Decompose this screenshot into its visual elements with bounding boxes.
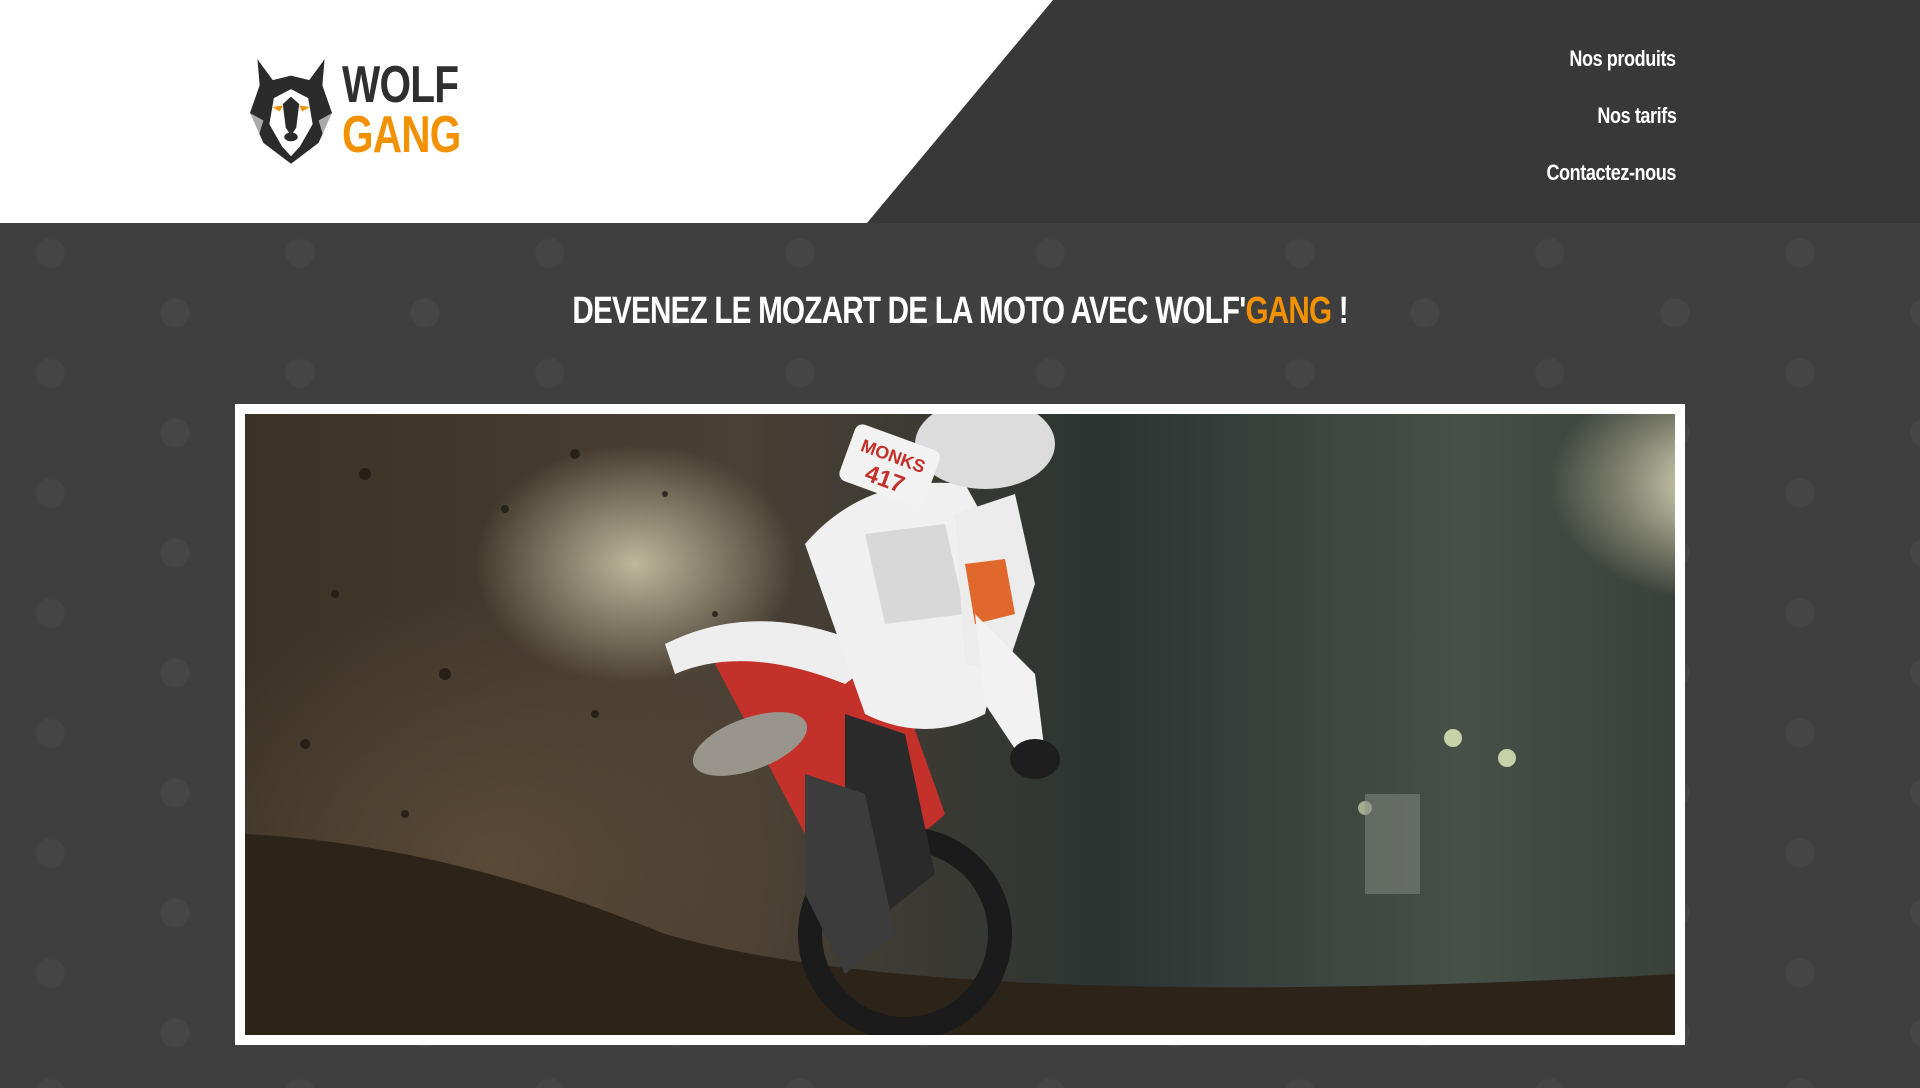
motocross-illustration: MONKS 417 bbox=[245, 414, 1675, 1035]
hero-photo: MONKS 417 bbox=[245, 414, 1675, 1035]
headline-prefix: DEVENEZ LE MOZART DE LA MOTO AVEC WOLF' bbox=[572, 290, 1246, 332]
site-logo[interactable]: WOLF GANG bbox=[244, 32, 494, 187]
headline-accent: GANG bbox=[1245, 290, 1332, 332]
headline-suffix: ! bbox=[1331, 290, 1349, 332]
main-nav: Nos produits Nos tarifs Contactez-nous bbox=[1518, 30, 1676, 201]
logo-word-gang: GANG bbox=[342, 105, 461, 164]
site-header: WOLF GANG Nos produits Nos tarifs Contac… bbox=[0, 0, 1920, 223]
nav-link-tarifs[interactable]: Nos tarifs bbox=[1597, 87, 1677, 144]
wolf-head-icon bbox=[249, 58, 333, 164]
logo-text: WOLF GANG bbox=[342, 55, 461, 164]
hero-image-frame: MONKS 417 bbox=[235, 404, 1685, 1045]
hero-headline: DEVENEZ LE MOZART DE LA MOTO AVEC WOLF'G… bbox=[0, 290, 1920, 333]
logo-word-wolf: WOLF bbox=[342, 55, 459, 114]
nav-link-produits[interactable]: Nos produits bbox=[1570, 30, 1677, 87]
nav-link-contact[interactable]: Contactez-nous bbox=[1546, 144, 1676, 201]
